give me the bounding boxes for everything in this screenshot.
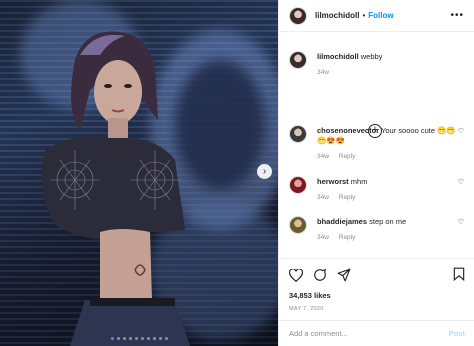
avatar[interactable]	[289, 216, 307, 234]
person-figure	[41, 31, 190, 346]
carousel-dot	[140, 337, 144, 340]
post-actions: 34,853 likes MAY 7, 2020	[279, 258, 474, 312]
heart-icon[interactable]: ♡	[458, 127, 464, 137]
avatar[interactable]	[289, 125, 307, 143]
comment-username[interactable]: chosenonevector	[317, 126, 379, 135]
comment-input[interactable]	[289, 329, 449, 338]
carousel-dot	[152, 337, 156, 340]
reply-button[interactable]: Reply	[339, 234, 356, 241]
next-slide-button[interactable]: ›	[257, 164, 272, 179]
carousel-dot	[146, 337, 150, 340]
avatar[interactable]	[289, 51, 307, 69]
caption-username[interactable]: lilmochidoll	[317, 52, 359, 61]
add-comment-bar: Post	[279, 320, 474, 346]
carousel-dot	[116, 337, 120, 340]
caption-text: webby	[360, 52, 383, 61]
carousel-indicator	[0, 337, 278, 340]
reply-button[interactable]: Reply	[339, 153, 356, 160]
follow-button[interactable]: Follow	[368, 11, 393, 20]
heart-icon[interactable]: ♡	[458, 178, 464, 188]
post-detail-panel: lilmochidoll • Follow ••• lilmochidoll w…	[278, 0, 474, 346]
post-date: MAY 7, 2020	[289, 306, 324, 312]
comment-time: 34w	[317, 153, 329, 160]
comment-text: step on me	[369, 217, 407, 226]
instagram-post: › lilmochidoll • Follow ••• lilmochidoll…	[0, 0, 474, 346]
heart-icon[interactable]	[289, 268, 303, 282]
carousel-dot	[110, 337, 114, 340]
header-username[interactable]: lilmochidoll	[315, 11, 359, 20]
comment-time: 34w	[317, 234, 329, 241]
chevron-right-icon: ›	[262, 166, 267, 177]
caption-time: 34w	[317, 69, 329, 76]
comment-icon[interactable]	[313, 268, 327, 282]
bookmark-icon[interactable]	[453, 267, 465, 281]
carousel-dot	[158, 337, 162, 340]
comment-text: mhm	[350, 177, 368, 186]
post-button[interactable]: Post	[449, 329, 465, 338]
comments-list: lilmochidoll webby 34w + chosenonevector…	[279, 33, 474, 258]
carousel-dot	[164, 337, 168, 340]
avatar[interactable]	[289, 6, 307, 25]
post-header: lilmochidoll • Follow •••	[279, 0, 474, 32]
likes-count[interactable]: 34,853 likes	[289, 291, 465, 300]
comment-time: 34w	[317, 194, 329, 201]
share-icon[interactable]	[337, 268, 351, 282]
carousel-dot	[134, 337, 138, 340]
carousel-dot	[128, 337, 132, 340]
avatar[interactable]	[289, 176, 307, 194]
ellipsis-icon[interactable]: •••	[450, 10, 464, 21]
separator: •	[362, 11, 366, 20]
comment-username[interactable]: bhaddiejames	[317, 217, 367, 226]
reply-button[interactable]: Reply	[339, 194, 356, 201]
comment-username[interactable]: herworst	[317, 177, 349, 186]
heart-icon[interactable]: ♡	[458, 218, 464, 228]
post-photo[interactable]: ›	[0, 0, 278, 346]
carousel-dot	[122, 337, 126, 340]
